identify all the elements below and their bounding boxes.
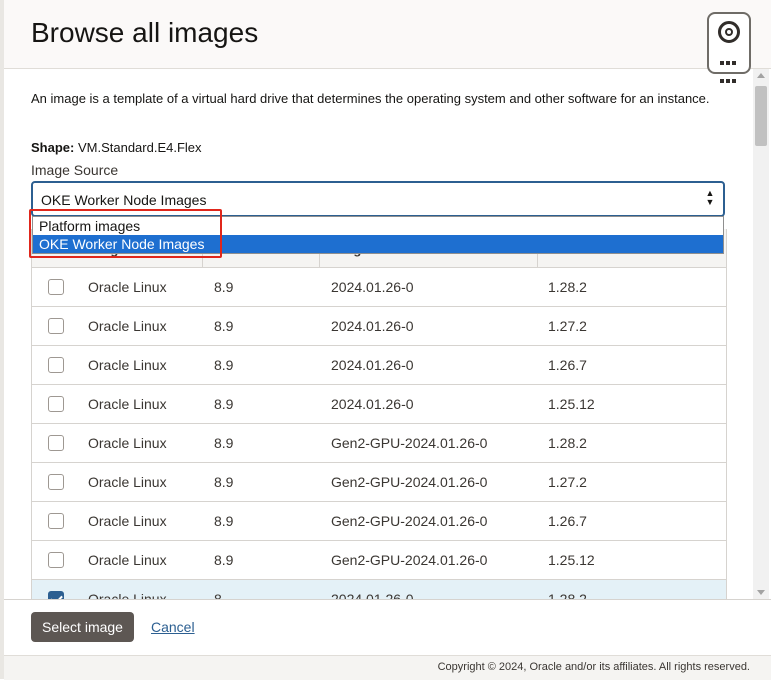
cell-image-build: 2024.01.26-0 <box>331 279 414 295</box>
table-row[interactable]: Oracle Linux 8.9 Gen2-GPU-2024.01.26-0 1.25… <box>32 541 726 580</box>
panel-header: Browse all images <box>4 0 771 83</box>
select-image-button[interactable]: Select image <box>31 612 134 642</box>
dropdown-option-platform-images[interactable]: Platform images <box>33 217 723 235</box>
checkbox-checked[interactable] <box>48 591 64 599</box>
row-checkbox[interactable] <box>48 474 64 490</box>
table-row[interactable]: Oracle Linux 8.9 Gen2-GPU-2024.01.26-0 1.26… <box>32 502 726 541</box>
panel-footer: Select image Cancel <box>4 599 771 656</box>
row-checkbox[interactable] <box>48 357 64 373</box>
cell-image-name: Oracle Linux <box>88 591 167 599</box>
cell-image-name: Oracle Linux <box>88 435 167 451</box>
cell-image-name: Oracle Linux <box>88 474 167 490</box>
cell-kubernetes-version: 1.27.2 <box>548 318 587 334</box>
shape-info: Shape: VM.Standard.E4.Flex <box>31 140 202 155</box>
cell-kubernetes-version: 1.28.2 <box>548 279 587 295</box>
table-row[interactable]: Oracle Linux 8.9 2024.01.26-0 1.25.12 <box>32 385 726 424</box>
row-checkbox[interactable] <box>48 279 64 295</box>
scrollbar-thumb[interactable] <box>755 86 767 146</box>
table-row[interactable]: Oracle Linux 8.9 2024.01.26-0 1.26.7 <box>32 346 726 385</box>
scroll-down-arrow-icon[interactable] <box>757 590 765 595</box>
lifebuoy-icon <box>718 21 740 43</box>
cell-kubernetes-version: 1.25.12 <box>548 396 595 412</box>
table-row[interactable]: Oracle Linux 8.9 2024.01.26-0 1.27.2 <box>32 307 726 346</box>
panel-body: An image is a template of a virtual hard… <box>4 69 753 599</box>
panel-title: Browse all images <box>31 17 259 48</box>
dropdown-option-oke-worker-node-images[interactable]: OKE Worker Node Images <box>33 235 723 253</box>
scroll-up-arrow-icon[interactable] <box>757 73 765 78</box>
cell-image-name: Oracle Linux <box>88 279 167 295</box>
cell-image-name: Oracle Linux <box>88 318 167 334</box>
cell-os-version: 8.9 <box>214 513 234 529</box>
row-checkbox[interactable] <box>48 435 64 451</box>
cell-os-version: 8 <box>214 591 222 599</box>
image-source-label: Image Source <box>31 162 119 178</box>
images-table: Image name OS version Image build Kubern… <box>31 229 727 599</box>
cell-image-name: Oracle Linux <box>88 513 167 529</box>
copyright-text: Copyright © 2024, Oracle and/or its affi… <box>437 661 750 673</box>
cell-image-build: 2024.01.26-0 <box>331 591 414 599</box>
cell-image-build: 2024.01.26-0 <box>331 357 414 373</box>
cell-image-build: Gen2-GPU-2024.01.26-0 <box>331 552 488 568</box>
cancel-link[interactable]: Cancel <box>151 619 195 635</box>
table-row[interactable]: Oracle Linux 8.9 Gen2-GPU-2024.01.26-0 1.28… <box>32 424 726 463</box>
cell-kubernetes-version: 1.25.12 <box>548 552 595 568</box>
cell-kubernetes-version: 1.28.2 <box>548 435 587 451</box>
table-row[interactable]: Oracle Linux 8.9 Gen2-GPU-2024.01.26-0 1.27… <box>32 463 726 502</box>
row-checkbox[interactable] <box>48 318 64 334</box>
cell-kubernetes-version: 1.26.7 <box>548 513 587 529</box>
cell-kubernetes-version: 1.27.2 <box>548 474 587 490</box>
shape-label: Shape: <box>31 140 75 155</box>
cell-image-build: 2024.01.26-0 <box>331 318 414 334</box>
cell-os-version: 8.9 <box>214 552 234 568</box>
image-source-dropdown-list[interactable]: Platform images OKE Worker Node Images <box>32 216 724 254</box>
table-row[interactable]: Oracle Linux 8 2024.01.26-0 1.28.2 <box>32 580 726 599</box>
cell-image-build: Gen2-GPU-2024.01.26-0 <box>331 435 488 451</box>
updown-chevron-icon: ▲ ▼ <box>705 188 715 207</box>
cell-kubernetes-version: 1.28.2 <box>548 591 587 599</box>
cell-os-version: 8.9 <box>214 396 234 412</box>
cell-image-name: Oracle Linux <box>88 396 167 412</box>
cell-image-build: 2024.01.26-0 <box>331 396 414 412</box>
row-checkbox[interactable] <box>48 552 64 568</box>
image-source-value: OKE Worker Node Images <box>41 192 207 208</box>
help-button[interactable] <box>707 12 751 83</box>
cell-os-version: 8.9 <box>214 318 234 334</box>
cell-os-version: 8.9 <box>214 279 234 295</box>
table-row[interactable]: Oracle Linux 8.9 2024.01.26-0 1.28.2 <box>32 268 726 307</box>
table-body: Oracle Linux 8.9 2024.01.26-0 1.28.2 Oracle … <box>32 268 726 599</box>
cell-image-build: Gen2-GPU-2024.01.26-0 <box>331 513 488 529</box>
copyright-bar: Copyright © 2024, Oracle and/or its affi… <box>4 655 771 680</box>
shape-value: VM.Standard.E4.Flex <box>77 140 202 155</box>
cell-image-name: Oracle Linux <box>88 357 167 373</box>
description-text: An image is a template of a virtual hard… <box>31 91 710 106</box>
row-checkbox[interactable] <box>48 396 64 412</box>
cell-os-version: 8.9 <box>214 474 234 490</box>
cell-image-build: Gen2-GPU-2024.01.26-0 <box>331 474 488 490</box>
cell-image-name: Oracle Linux <box>88 552 167 568</box>
vertical-scrollbar[interactable] <box>753 69 769 599</box>
cell-os-version: 8.9 <box>214 435 234 451</box>
image-source-select[interactable]: OKE Worker Node Images ▲ ▼ <box>31 181 725 217</box>
cell-kubernetes-version: 1.26.7 <box>548 357 587 373</box>
cell-os-version: 8.9 <box>214 357 234 373</box>
row-checkbox[interactable] <box>48 513 64 529</box>
